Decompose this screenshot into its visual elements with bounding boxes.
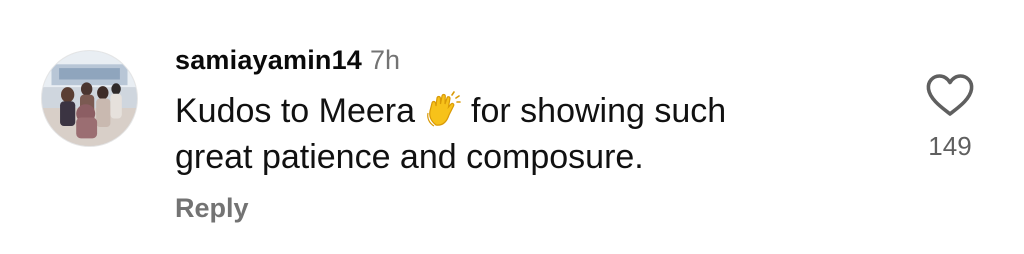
heart-outline-icon [926, 74, 974, 116]
comment-item: samiayamin14 7h Kudos to Meera for showin… [0, 0, 1024, 254]
comment-text-after-emoji: for showing such [471, 92, 727, 130]
comment-text-before-emoji: Kudos to Meera [175, 92, 416, 130]
comment-time: 7h [370, 45, 401, 75]
reply-button[interactable]: Reply [175, 188, 249, 228]
comment-text: Kudos to Meera for showing such great pa… [175, 88, 875, 180]
avatar[interactable] [41, 50, 138, 147]
comment-text-line-1: Kudos to Meera for showing such [175, 88, 875, 134]
like-button[interactable] [924, 72, 976, 118]
comment-text-line-2: great patience and composure. [175, 138, 644, 176]
clapping-hands-icon [423, 91, 463, 131]
comment-header: samiayamin14 7h [175, 40, 400, 80]
like-count: 149 [928, 131, 972, 161]
username[interactable]: samiayamin14 [175, 45, 362, 75]
avatar-photo [42, 51, 137, 146]
